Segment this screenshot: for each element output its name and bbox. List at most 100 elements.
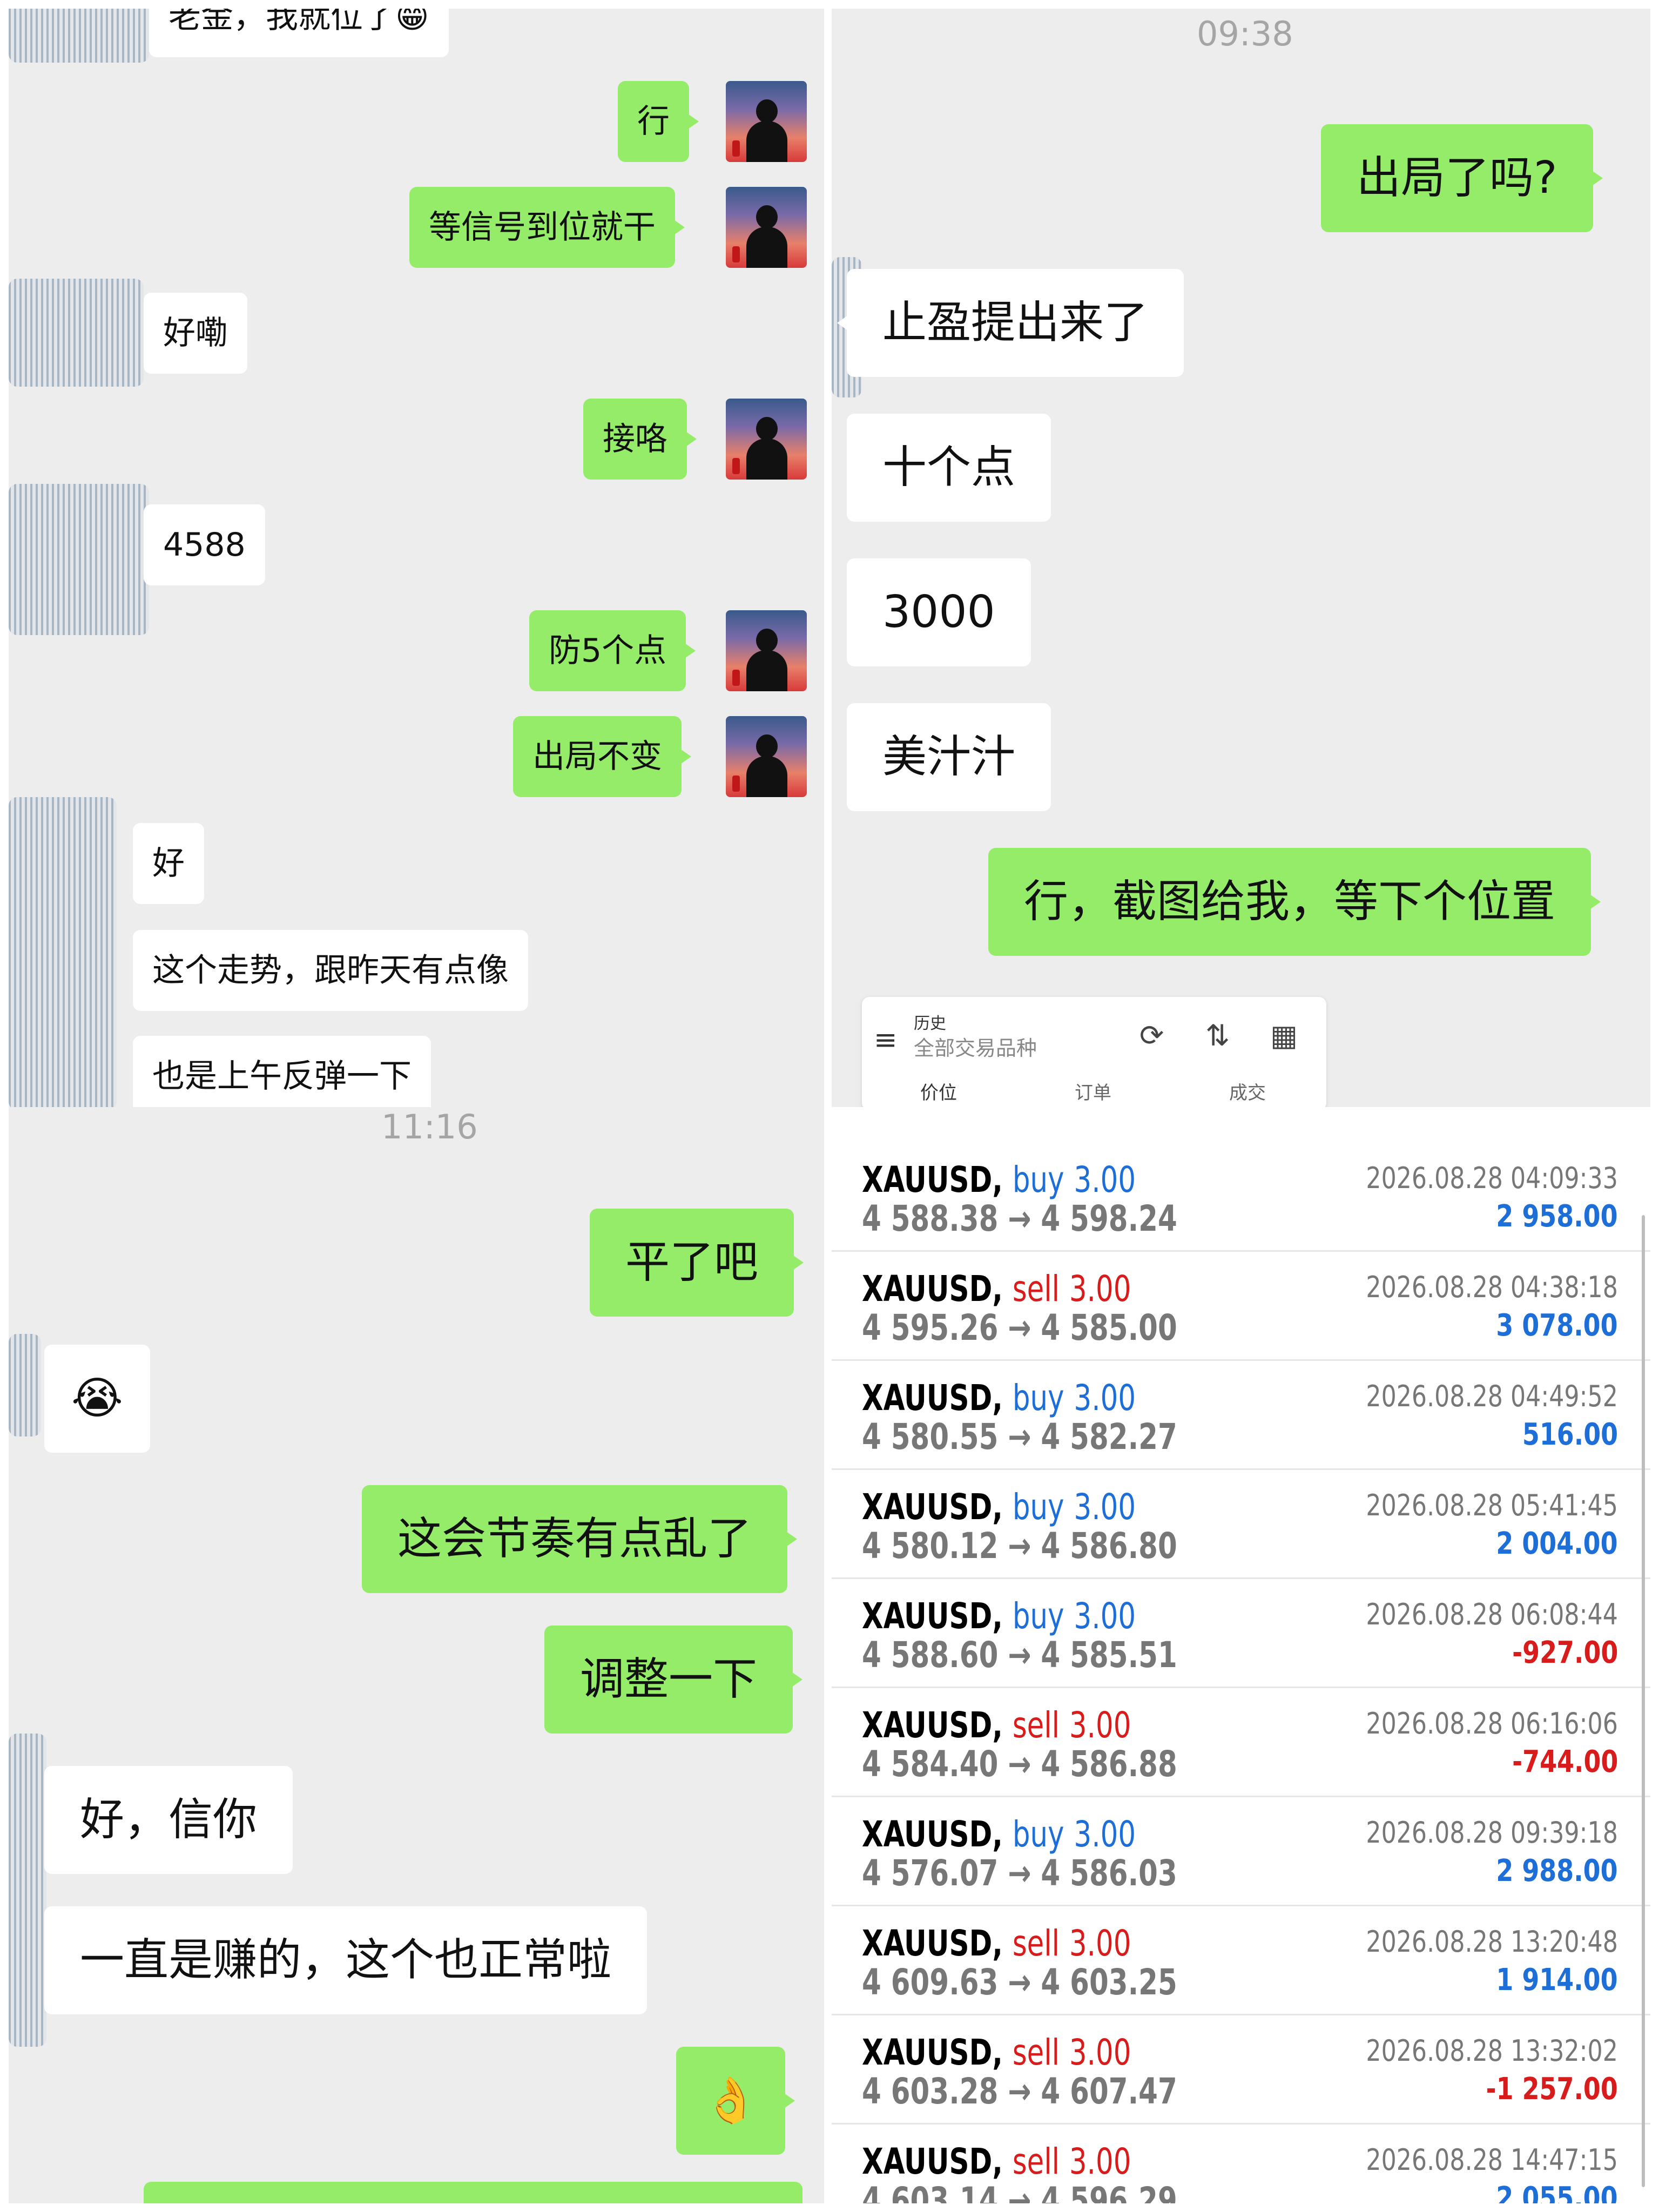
trade-row[interactable]: XAUUSD, buy 3.00 4 588.38 → 4 598.24 2026.… bbox=[832, 1144, 1650, 1252]
trade-row[interactable]: XAUUSD, buy 3.00 4 576.07 → 4 586.03 2026.… bbox=[832, 1798, 1650, 1906]
trade-volume: 3.00 bbox=[1074, 1813, 1136, 1855]
trade-time: 2026.08.28 04:38:18 bbox=[1366, 1270, 1618, 1304]
trade-time: 2026.08.28 14:47:15 bbox=[1366, 2143, 1618, 2177]
trade-symbol: XAUUSD, sell 3.00 bbox=[862, 1268, 1131, 1310]
message-bubble-out: 这会节奏有点乱了 bbox=[362, 1485, 798, 1593]
trade-side: buy bbox=[1012, 1595, 1064, 1637]
user-avatar[interactable] bbox=[726, 187, 807, 268]
message-bubble-in: 好 bbox=[133, 823, 204, 904]
tab-positions[interactable]: 价位 bbox=[920, 1078, 957, 1104]
calendar-icon[interactable]: ▦ bbox=[1270, 1019, 1298, 1053]
message-bubble-out: 行 bbox=[618, 81, 699, 162]
message-bubble-out: 行，截图给我，等下个位置 bbox=[988, 848, 1601, 956]
contact-avatar bbox=[9, 279, 144, 387]
trade-side: sell bbox=[1012, 1704, 1060, 1746]
message-bubble-in: 美汁汁 bbox=[847, 703, 1051, 811]
sort-icon[interactable]: ⇅ bbox=[1205, 1019, 1230, 1053]
trade-prices: 4 603.14 → 4 596.29 bbox=[862, 2180, 1177, 2203]
history-title: 历史 bbox=[914, 1014, 946, 1033]
trade-history-header: ≡ 历史 全部交易品种 ⟳ ⇅ ▦ 价位 订单 成交 bbox=[862, 997, 1326, 1107]
trade-time: 2026.08.28 06:16:06 bbox=[1366, 1707, 1618, 1741]
contact-avatar bbox=[9, 1334, 41, 1437]
trade-symbol: XAUUSD, buy 3.00 bbox=[862, 1595, 1136, 1637]
trade-row[interactable]: XAUUSD, sell 3.00 4 609.63 → 4 603.25 2026… bbox=[832, 1907, 1650, 2015]
message-bubble-out: 等信号到位就干 bbox=[409, 187, 685, 268]
chat-panel-top-left: 老金，我就位了😁 行 等信号到位就干 好嘞 接咯 4588 防5个点 出局不变 … bbox=[9, 9, 824, 1107]
message-bubble-in: 这个走势，跟昨天有点像 bbox=[133, 930, 528, 1011]
trade-side: buy bbox=[1012, 1486, 1064, 1528]
symbol-text: XAUUSD, bbox=[862, 1704, 1003, 1746]
user-avatar[interactable] bbox=[726, 610, 807, 691]
symbol-text: XAUUSD, bbox=[862, 1377, 1003, 1419]
user-avatar[interactable] bbox=[726, 399, 807, 480]
history-subtitle[interactable]: 全部交易品种 bbox=[914, 1031, 1037, 1061]
message-bubble-out: 接咯 bbox=[583, 399, 697, 480]
tab-orders[interactable]: 订单 bbox=[1075, 1078, 1111, 1104]
trade-row[interactable]: XAUUSD, sell 3.00 4 603.14 → 4 596.29 2026… bbox=[832, 2126, 1650, 2203]
message-bubble-in: 3000 bbox=[847, 558, 1031, 666]
menu-icon[interactable]: ≡ bbox=[874, 1024, 898, 1056]
trade-time: 2026.08.28 04:49:52 bbox=[1366, 1379, 1618, 1413]
symbol-text: XAUUSD, bbox=[862, 1923, 1003, 1964]
trade-symbol: XAUUSD, buy 3.00 bbox=[862, 1813, 1136, 1855]
contact-avatar bbox=[9, 1734, 46, 2047]
trade-profit: 2 958.00 bbox=[1496, 1199, 1618, 1234]
message-timestamp: 09:38 bbox=[1197, 14, 1293, 53]
trade-side: sell bbox=[1012, 1923, 1060, 1964]
trade-symbol: XAUUSD, sell 3.00 bbox=[862, 2141, 1131, 2182]
scrollbar[interactable] bbox=[1642, 1215, 1645, 2187]
trade-row[interactable]: XAUUSD, sell 3.00 4 595.26 → 4 585.00 2026… bbox=[832, 1253, 1650, 1361]
refresh-icon[interactable]: ⟳ bbox=[1139, 1019, 1164, 1053]
symbol-text: XAUUSD, bbox=[862, 1813, 1003, 1855]
trade-volume: 3.00 bbox=[1074, 1486, 1136, 1528]
trade-row[interactable]: XAUUSD, sell 3.00 4 603.28 → 4 607.47 2026… bbox=[832, 2017, 1650, 2125]
message-bubble-in: 好，信你 bbox=[44, 1766, 293, 1874]
trade-history-list[interactable]: XAUUSD, buy 3.00 4 588.38 → 4 598.24 2026.… bbox=[832, 1107, 1650, 2203]
tab-deals[interactable]: 成交 bbox=[1229, 1078, 1266, 1104]
trade-row[interactable]: XAUUSD, buy 3.00 4 588.60 → 4 585.51 2026.… bbox=[832, 1580, 1650, 1688]
user-avatar[interactable] bbox=[726, 716, 807, 797]
trade-time: 2026.08.28 13:20:48 bbox=[1366, 1925, 1618, 1959]
trade-prices: 4 595.26 → 4 585.00 bbox=[862, 1307, 1177, 1348]
trade-row[interactable]: XAUUSD, sell 3.00 4 584.40 → 4 586.88 2026… bbox=[832, 1689, 1650, 1797]
trade-prices: 4 588.60 → 4 585.51 bbox=[862, 1634, 1177, 1676]
trade-volume: 3.00 bbox=[1069, 1268, 1131, 1310]
trade-side: buy bbox=[1012, 1813, 1064, 1855]
trade-row[interactable]: XAUUSD, buy 3.00 4 580.55 → 4 582.27 2026.… bbox=[832, 1362, 1650, 1470]
trade-volume: 3.00 bbox=[1069, 1923, 1131, 1964]
symbol-text: XAUUSD, bbox=[862, 1159, 1003, 1201]
trade-prices: 4 609.63 → 4 603.25 bbox=[862, 1961, 1177, 2003]
trade-volume: 3.00 bbox=[1074, 1377, 1136, 1419]
message-bubble-in: 4588 bbox=[144, 504, 265, 585]
trade-profit: -927.00 bbox=[1512, 1635, 1618, 1670]
trade-symbol: XAUUSD, buy 3.00 bbox=[862, 1486, 1136, 1528]
trade-volume: 3.00 bbox=[1069, 2032, 1131, 2073]
trade-time: 2026.08.28 04:09:33 bbox=[1366, 1161, 1618, 1195]
contact-avatar bbox=[9, 797, 117, 1107]
message-bubble-out: 👌 bbox=[676, 2047, 795, 2155]
chat-panel-bottom-left: 11:16 平了吧 😭 这会节奏有点乱了 调整一下 好，信你 一直是赚的，这个也… bbox=[9, 1107, 824, 2203]
trade-prices: 4 580.12 → 4 586.80 bbox=[862, 1525, 1177, 1567]
user-avatar[interactable] bbox=[726, 81, 807, 162]
trade-profit: 3 078.00 bbox=[1496, 1308, 1618, 1343]
trade-time: 2026.08.28 05:41:45 bbox=[1366, 1488, 1618, 1522]
trade-row[interactable]: XAUUSD, buy 3.00 4 580.12 → 4 586.80 2026.… bbox=[832, 1471, 1650, 1579]
message-bubble-out: 防5个点 bbox=[529, 610, 696, 691]
trade-time: 2026.08.28 06:08:44 bbox=[1366, 1597, 1618, 1631]
message-bubble-in: 止盈提出来了 bbox=[837, 269, 1184, 377]
trade-profit: 2 055.00 bbox=[1496, 2181, 1618, 2203]
message-bubble-out: 调整一下 bbox=[544, 1626, 803, 1734]
trade-prices: 4 576.07 → 4 586.03 bbox=[862, 1852, 1177, 1894]
trade-prices: 4 584.40 → 4 586.88 bbox=[862, 1743, 1177, 1785]
trade-volume: 3.00 bbox=[1069, 1704, 1131, 1746]
message-bubble-in: 也是上午反弹一下 bbox=[133, 1036, 431, 1107]
trade-profit: 516.00 bbox=[1522, 1417, 1618, 1452]
trade-profit: -744.00 bbox=[1512, 1744, 1618, 1779]
trade-time: 2026.08.28 09:39:18 bbox=[1366, 1816, 1618, 1850]
trade-volume: 3.00 bbox=[1074, 1159, 1136, 1201]
chat-panel-top-right: 09:38 出局了吗? 止盈提出来了 十个点 3000 美汁汁 行，截图给我，等… bbox=[832, 9, 1650, 1107]
trade-volume: 3.00 bbox=[1069, 2141, 1131, 2182]
message-bubble-in: 😭 bbox=[44, 1345, 150, 1453]
symbol-text: XAUUSD, bbox=[862, 1595, 1003, 1637]
message-bubble-in: 十个点 bbox=[847, 414, 1051, 522]
